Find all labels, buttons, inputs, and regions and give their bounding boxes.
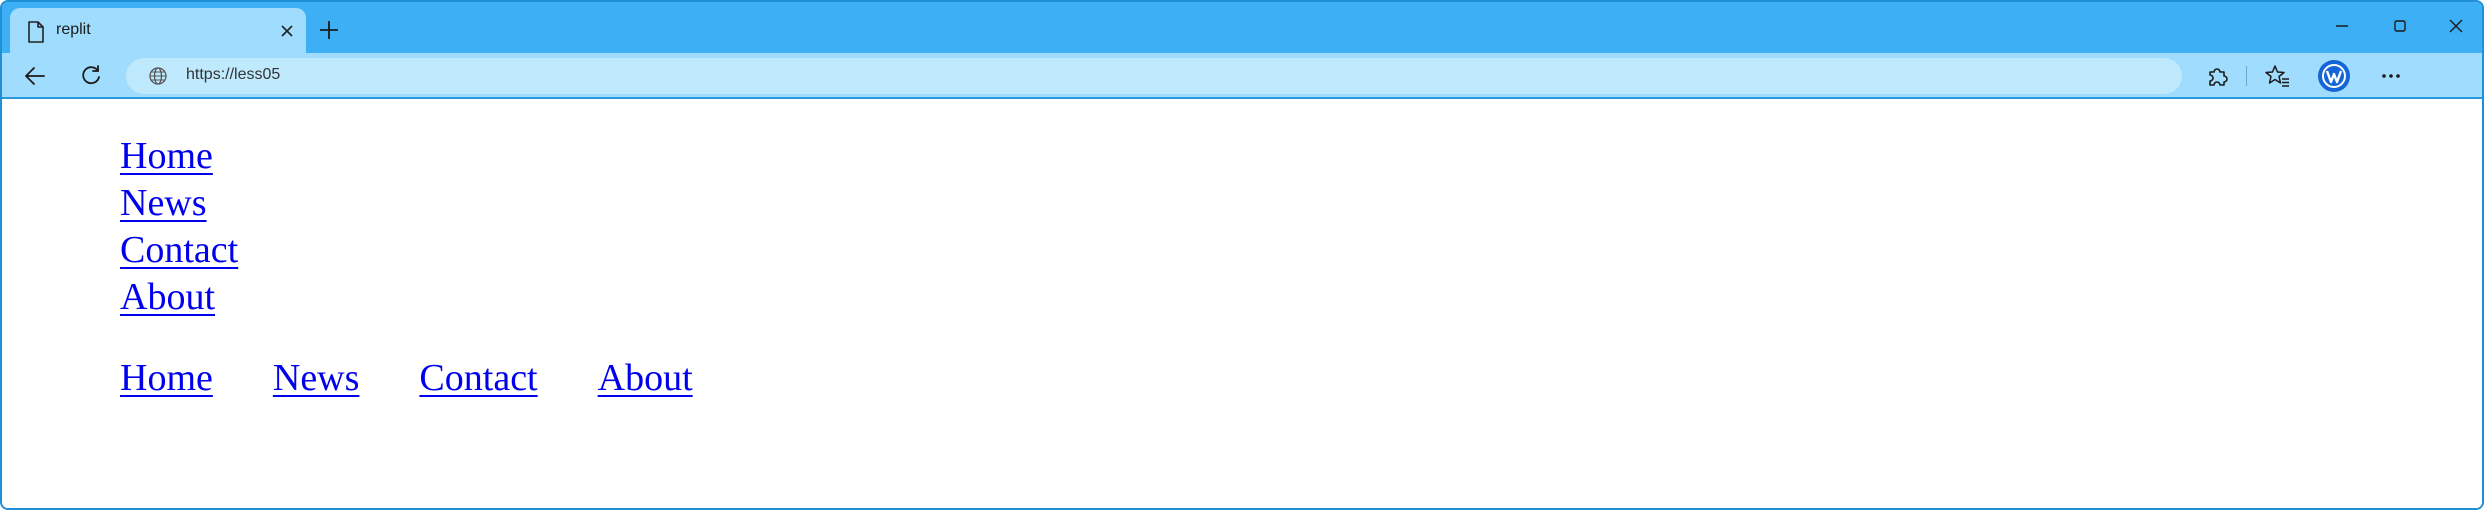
vertical-nav: Home News Contact About [120, 133, 238, 321]
page-icon [28, 21, 44, 43]
browser-tab[interactable]: replit [10, 8, 306, 53]
tab-title: replit [56, 21, 91, 38]
nav-link-about[interactable]: About [120, 276, 215, 318]
nav-link-contact[interactable]: Contact [419, 357, 537, 399]
maximize-icon[interactable] [2390, 16, 2410, 36]
puzzle-icon[interactable] [2204, 63, 2230, 89]
toolbar-separator [2246, 66, 2247, 86]
horizontal-nav-item: News [273, 355, 360, 402]
horizontal-nav-item: Contact [419, 355, 537, 402]
reload-icon[interactable] [78, 63, 104, 89]
tab-strip: replit [2, 2, 2482, 53]
browser-window: replit https://less05 Home News Contact … [0, 0, 2484, 510]
more-icon[interactable] [2378, 63, 2404, 89]
browser-toolbar: https://less05 [2, 53, 2482, 99]
vertical-nav-item: Contact [120, 227, 238, 274]
page-content: Home News Contact About Home News Contac… [2, 99, 2482, 508]
address-url[interactable]: https://less05 [186, 66, 280, 84]
profile-avatar-icon[interactable] [2318, 60, 2350, 92]
address-bar[interactable]: https://less05 [126, 58, 2182, 94]
horizontal-nav-item: Home [120, 355, 213, 402]
back-arrow-icon[interactable] [22, 63, 48, 89]
close-icon[interactable] [278, 22, 296, 40]
vertical-nav-item: Home [120, 133, 238, 180]
nav-link-about[interactable]: About [598, 357, 693, 399]
nav-link-contact[interactable]: Contact [120, 229, 238, 271]
window-close-icon[interactable] [2446, 16, 2466, 36]
vertical-nav-item: About [120, 274, 238, 321]
vertical-nav-item: News [120, 180, 238, 227]
globe-icon [149, 67, 167, 85]
favorites-icon[interactable] [2264, 63, 2290, 89]
nav-link-home[interactable]: Home [120, 135, 213, 177]
nav-link-home[interactable]: Home [120, 357, 213, 399]
nav-link-news[interactable]: News [120, 182, 207, 224]
horizontal-nav-item: About [598, 355, 693, 402]
minimize-icon[interactable] [2332, 16, 2352, 36]
horizontal-nav: Home News Contact About [120, 355, 753, 402]
nav-link-news[interactable]: News [273, 357, 360, 399]
plus-icon[interactable] [318, 19, 340, 41]
